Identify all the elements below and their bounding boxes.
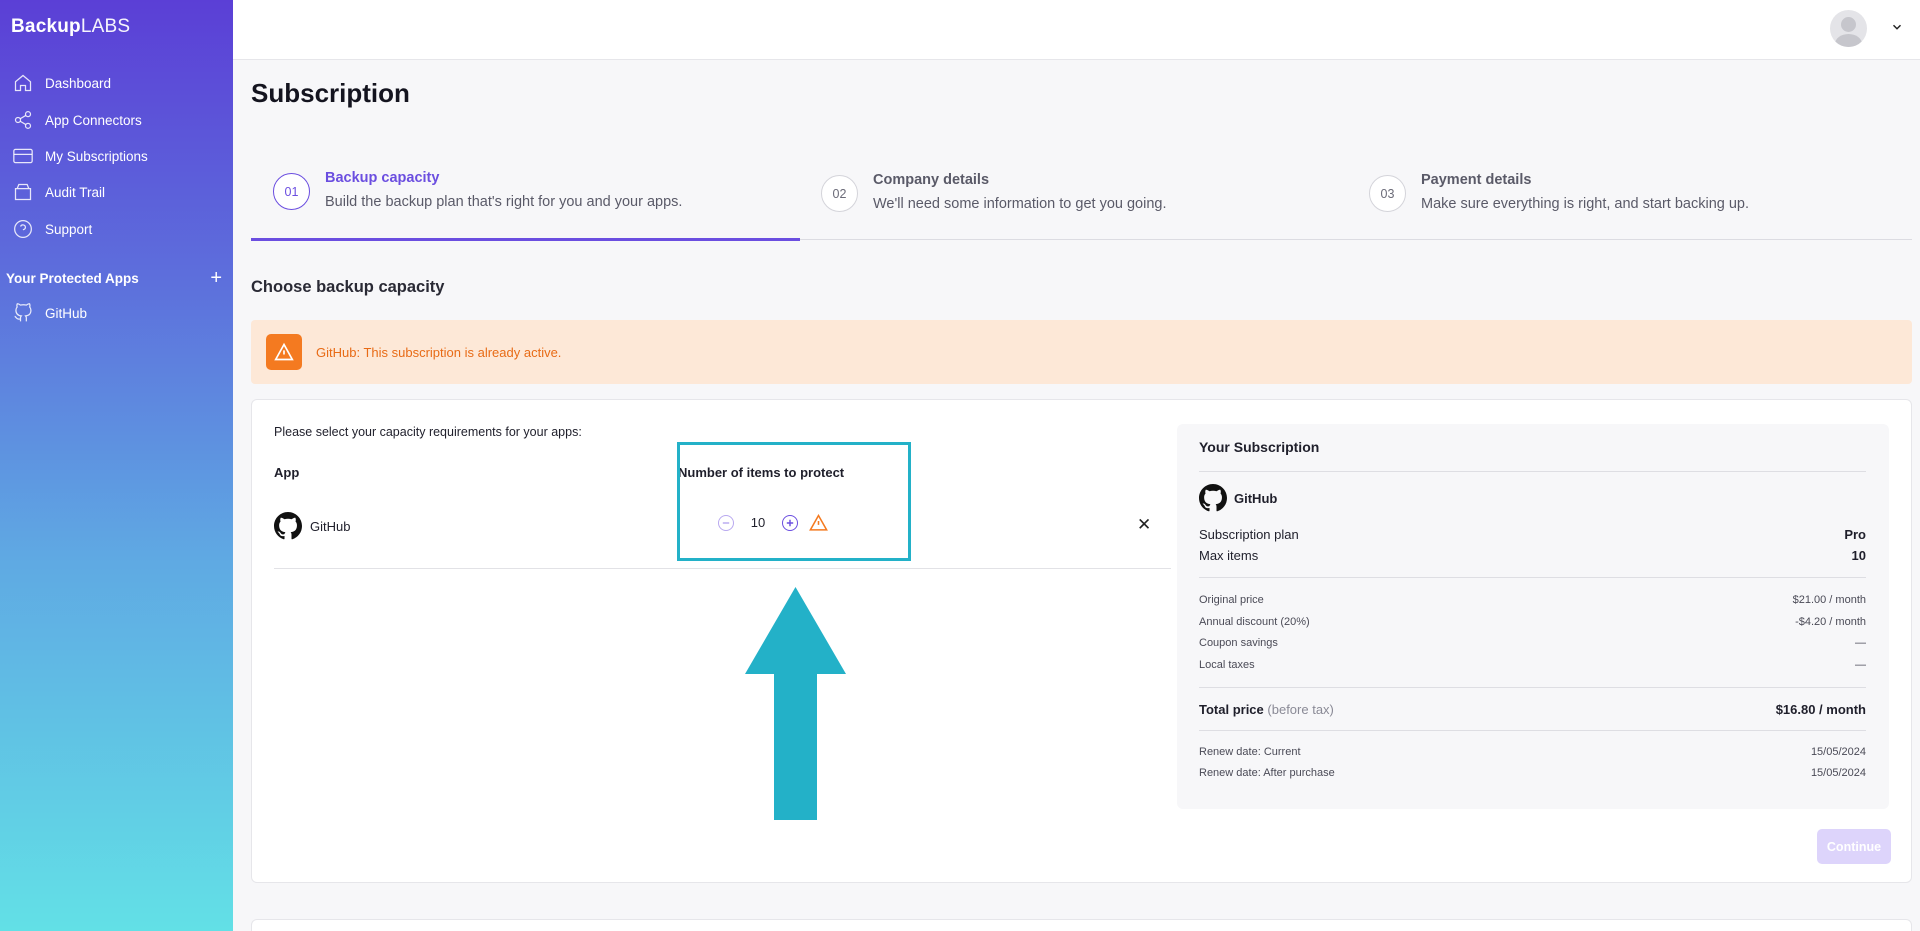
capacity-card: Please select your capacity requirements… xyxy=(251,399,1912,883)
step-number: 01 xyxy=(273,173,310,210)
value: Pro xyxy=(1844,527,1866,542)
label: Renew date: Current xyxy=(1199,746,1301,758)
value: — xyxy=(1855,659,1866,671)
sidebar-item-github[interactable]: GitHub xyxy=(12,301,87,325)
add-protected-app-button[interactable]: + xyxy=(210,268,222,288)
warning-alert: GitHub: This subscription is already act… xyxy=(251,320,1912,384)
step-backup-capacity[interactable]: 01 Backup capacity Build the backup plan… xyxy=(273,170,682,210)
stepper-progress: 01 Backup capacity Build the backup plan… xyxy=(251,160,1912,241)
label: Subscription plan xyxy=(1199,527,1299,542)
max-items-row: Max items 10 xyxy=(1199,548,1866,563)
step-description: Make sure everything is right, and start… xyxy=(1421,196,1750,212)
credit-card-icon xyxy=(12,145,34,167)
app-name: GitHub xyxy=(310,518,351,534)
divider xyxy=(1199,687,1866,688)
sidebar-item-label: My Subscriptions xyxy=(45,148,148,164)
label: Max items xyxy=(1199,548,1259,563)
annual-discount-row: Annual discount (20%) -$4.20 / month xyxy=(1199,616,1866,628)
protected-apps-header: Your Protected Apps + xyxy=(6,268,222,288)
sidebar-item-my-subscriptions[interactable]: My Subscriptions xyxy=(12,144,148,168)
help-circle-icon xyxy=(12,218,34,240)
label: Local taxes xyxy=(1199,659,1255,671)
summary-app-name: GitHub xyxy=(1234,490,1278,506)
subscription-summary: Your Subscription GitHub Subscription pl… xyxy=(1177,424,1889,809)
github-icon xyxy=(274,512,302,540)
label: Renew date: After purchase xyxy=(1199,767,1335,779)
brand-logo[interactable]: BackupLABS xyxy=(11,16,130,38)
step-title: Company details xyxy=(873,172,990,188)
active-step-indicator xyxy=(251,238,800,241)
divider xyxy=(1199,471,1866,472)
sidebar: BackupLABS Dashboard App Connectors My S… xyxy=(0,0,233,931)
local-taxes-row: Local taxes — xyxy=(1199,659,1866,671)
protected-apps-title: Your Protected Apps xyxy=(6,270,139,286)
sidebar-item-support[interactable]: Support xyxy=(12,217,92,241)
label: Original price xyxy=(1199,594,1264,606)
step-payment-details[interactable]: 03 Payment details Make sure everything … xyxy=(1369,172,1749,212)
step-title: Backup capacity xyxy=(325,170,440,186)
label: Annual discount (20%) xyxy=(1199,616,1310,628)
page-title: Subscription xyxy=(251,78,410,108)
value: -$4.20 / month xyxy=(1795,616,1866,628)
chevron-down-icon[interactable] xyxy=(1890,20,1904,34)
value: 15/05/2024 xyxy=(1810,767,1866,779)
coupon-savings-row: Coupon savings — xyxy=(1199,637,1866,649)
section-title: Choose backup capacity xyxy=(251,278,445,296)
label: Total price (before tax) xyxy=(1199,702,1334,717)
sidebar-item-app-connectors[interactable]: App Connectors xyxy=(12,108,142,132)
alert-text: GitHub: This subscription is already act… xyxy=(316,344,562,360)
archive-icon xyxy=(12,181,34,203)
total-price-row: Total price (before tax) $16.80 / month xyxy=(1199,702,1866,717)
divider xyxy=(1199,730,1866,731)
sidebar-item-dashboard[interactable]: Dashboard xyxy=(12,71,111,95)
value: 10 xyxy=(1851,548,1866,563)
top-bar xyxy=(233,0,1920,60)
github-icon xyxy=(1199,484,1227,512)
user-avatar[interactable] xyxy=(1830,10,1867,47)
arrow-up-icon xyxy=(745,587,846,820)
step-description: Build the backup plan that's right for y… xyxy=(325,194,683,210)
step-company-details[interactable]: 02 Company details We'll need some infor… xyxy=(821,172,1166,212)
value: 15/05/2024 xyxy=(1810,746,1866,758)
highlight-box xyxy=(677,442,911,561)
row-divider xyxy=(274,568,1171,569)
step-number: 02 xyxy=(821,175,858,212)
warning-icon xyxy=(266,334,302,370)
original-price-row: Original price $21.00 / month xyxy=(1199,594,1866,606)
step-title: Payment details xyxy=(1421,172,1532,188)
sidebar-item-label: Audit Trail xyxy=(45,184,106,200)
sidebar-item-label: GitHub xyxy=(45,305,88,321)
sidebar-item-label: App Connectors xyxy=(45,112,142,128)
renew-date-after-row: Renew date: After purchase 15/05/2024 xyxy=(1199,767,1866,779)
sidebar-item-label: Support xyxy=(45,221,93,237)
secondary-card xyxy=(251,919,1912,931)
sidebar-item-label: Dashboard xyxy=(45,75,112,91)
summary-title: Your Subscription xyxy=(1199,439,1320,455)
share-icon xyxy=(12,109,34,131)
value: $16.80 / month xyxy=(1775,702,1866,717)
continue-button[interactable]: Continue xyxy=(1817,829,1891,864)
summary-app: GitHub xyxy=(1199,484,1277,512)
value: $21.00 / month xyxy=(1792,594,1866,606)
app-row-github: GitHub xyxy=(274,512,350,540)
home-icon xyxy=(12,72,34,94)
github-icon xyxy=(12,302,34,324)
step-number: 03 xyxy=(1369,175,1406,212)
renew-date-current-row: Renew date: Current 15/05/2024 xyxy=(1199,746,1866,758)
subscription-plan-row: Subscription plan Pro xyxy=(1199,527,1866,542)
step-description: We'll need some information to get you g… xyxy=(873,196,1167,212)
capacity-intro: Please select your capacity requirements… xyxy=(274,425,582,439)
remove-app-button[interactable]: ✕ xyxy=(1137,515,1151,535)
label: Coupon savings xyxy=(1199,637,1278,649)
column-header-app: App xyxy=(274,465,300,480)
divider xyxy=(1199,577,1866,578)
value: — xyxy=(1855,637,1866,649)
sidebar-item-audit-trail[interactable]: Audit Trail xyxy=(12,180,105,204)
